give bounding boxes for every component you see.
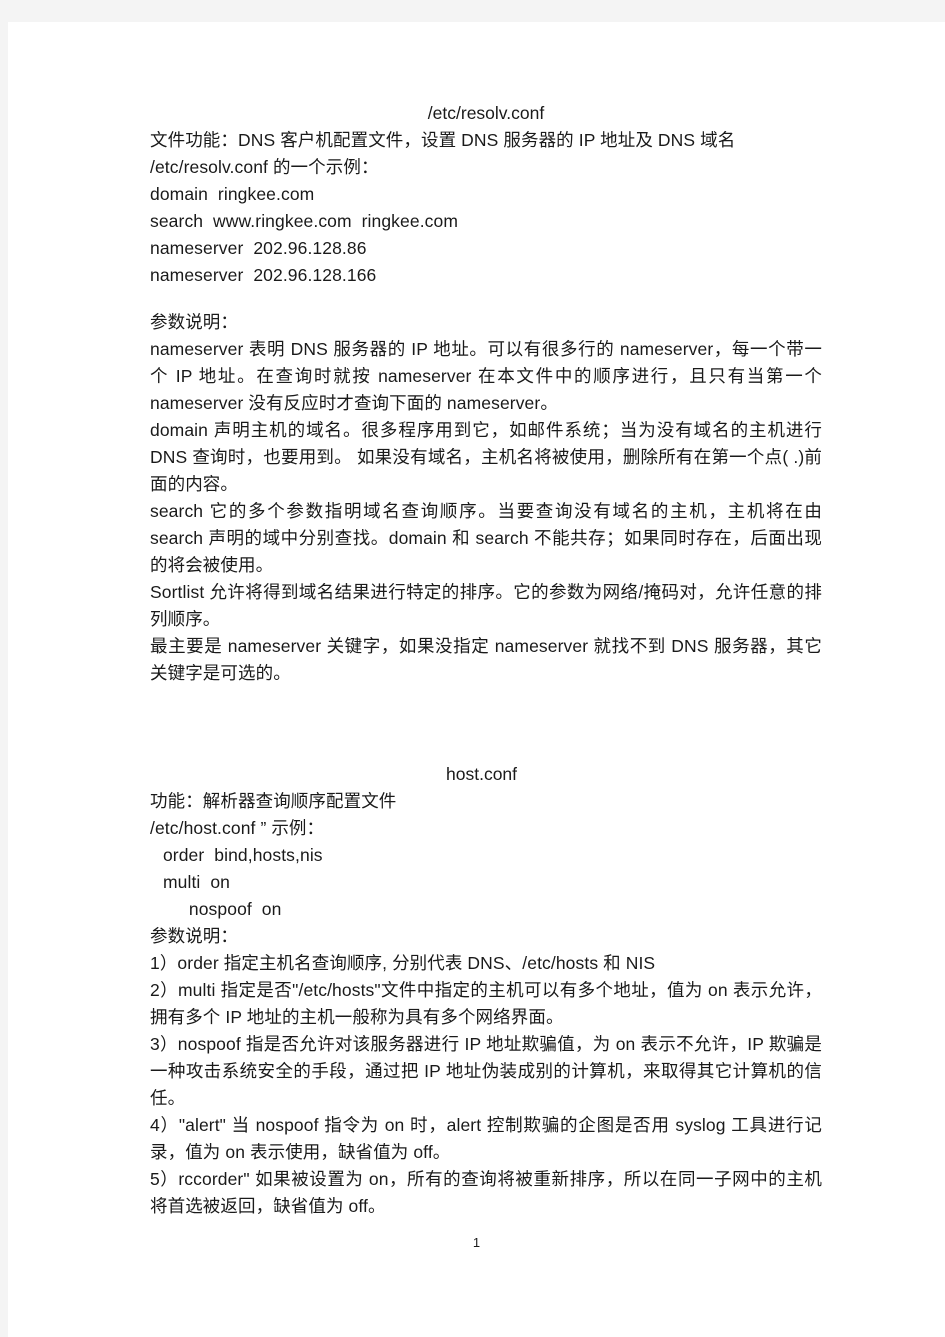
hostconf-line-1: /etc/host.conf ” 示例： — [150, 818, 325, 838]
hostconf-param-rccorder: 5）rccorder" 如果被设置为 on，所有的查询将被重新排序，所以在同一子… — [150, 1169, 822, 1216]
resolv-param-nameserver: nameserver 表明 DNS 服务器的 IP 地址。可以有很多行的 nam… — [150, 339, 822, 413]
resolv-params-heading: 参数说明： — [150, 312, 238, 332]
hostconf-param-order: 1）order 指定主机名查询顺序, 分别代表 DNS、/etc/hosts 和… — [150, 953, 656, 973]
section-title-resolv-conf: /etc/resolv.conf — [427, 103, 545, 123]
resolv-param-sortlist: Sortlist 允许将得到域名结果进行特定的排序。它的参数为网络/掩码对，允许… — [150, 582, 822, 629]
document-page: /etc/resolv.conf 文件功能：DNS 客户机配置文件，设置 DNS… — [8, 22, 945, 1337]
page-number: 1 — [472, 1235, 481, 1250]
section-title-host-conf: host.conf — [446, 764, 518, 784]
resolv-line-4: nameserver 202.96.128.86 — [150, 238, 367, 258]
hostconf-line-0: 功能：解析器查询顺序配置文件 — [150, 791, 397, 811]
resolv-line-2: domain ringkee.com — [150, 184, 315, 204]
resolv-summary-note: 最主要是 nameserver 关键字，如果没指定 nameserver 就找不… — [150, 636, 822, 683]
hostconf-param-multi: 2）multi 指定是否"/etc/hosts"文件中指定的主机可以有多个地址，… — [150, 980, 822, 1027]
hostconf-line-nospoof: nospoof on — [174, 899, 282, 919]
hostconf-params-heading: 参数说明： — [150, 926, 238, 946]
hostconf-line-multi: multi on — [158, 872, 231, 892]
resolv-param-search: search 它的多个参数指明域名查询顺序。当要查询没有域名的主机，主机将在由 … — [150, 501, 822, 575]
resolv-line-0: 文件功能：DNS 客户机配置文件，设置 DNS 服务器的 IP 地址及 DNS … — [150, 130, 736, 150]
hostconf-line-order: order bind,hosts,nis — [158, 845, 323, 865]
resolv-line-5: nameserver 202.96.128.166 — [150, 265, 377, 285]
resolv-param-domain: domain 声明主机的域名。很多程序用到它，如邮件系统；当为没有域名的主机进行… — [150, 420, 822, 494]
resolv-line-1: /etc/resolv.conf 的一个示例： — [150, 157, 379, 177]
page-left-margin-band — [0, 22, 8, 1337]
hostconf-param-alert: 4）"alert" 当 nospoof 指令为 on 时，alert 控制欺骗的… — [150, 1115, 822, 1162]
page-top-margin-band — [0, 0, 945, 22]
resolv-line-3: search www.ringkee.com ringkee.com — [150, 211, 459, 231]
document-content: /etc/resolv.conf 文件功能：DNS 客户机配置文件，设置 DNS… — [150, 100, 822, 1220]
hostconf-param-nospoof: 3）nospoof 指是否允许对该服务器进行 IP 地址欺骗值，为 on 表示不… — [150, 1034, 822, 1108]
